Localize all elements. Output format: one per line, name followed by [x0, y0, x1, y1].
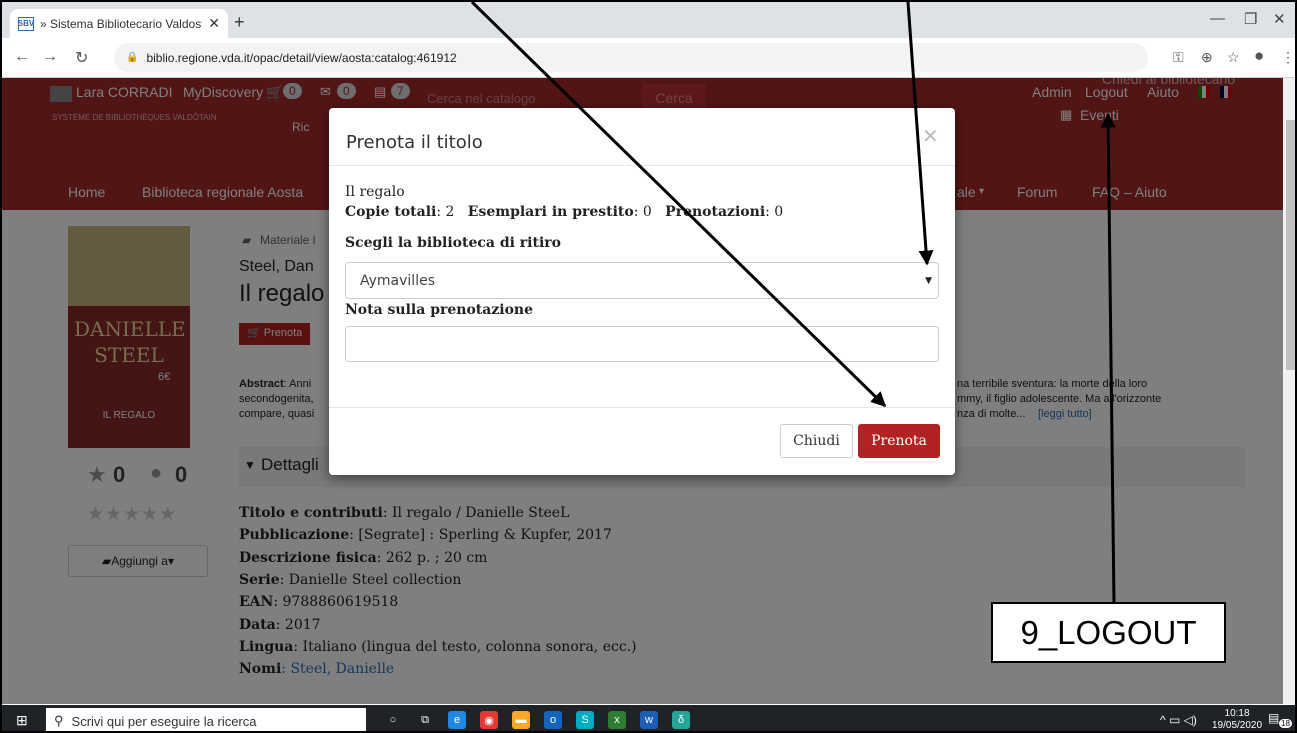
system-tray-icons[interactable]: ^ ▭ ◁) [1160, 713, 1197, 727]
edge-icon[interactable]: e [448, 711, 466, 729]
clock[interactable]: 10:18 19/05/2020 [1212, 708, 1263, 731]
cortana-icon[interactable]: ○ [384, 711, 402, 729]
excel-icon[interactable]: x [608, 711, 626, 729]
skype-icon[interactable]: S [576, 711, 594, 729]
arrow-to-prenota [470, 2, 887, 408]
arrow-to-select [906, 2, 934, 266]
word-icon[interactable]: w [640, 711, 658, 729]
clock-time: 10:18 [1224, 708, 1250, 719]
search-icon: ⚲ [54, 713, 64, 728]
windows-taskbar: ⊞ ⚲ Scrivi qui per eseguire la ricerca ○… [2, 705, 1295, 731]
notification-icon[interactable]: ▤ [1268, 711, 1279, 725]
clock-date: 19/05/2020 [1212, 720, 1263, 731]
task-view-icon[interactable]: ⧉ [416, 711, 434, 729]
annotation-label: 9_LOGOUT [991, 602, 1226, 663]
explorer-icon[interactable]: ▬ [512, 711, 530, 729]
windows-start-icon[interactable]: ⊞ [16, 712, 28, 729]
arrow-to-logout [1100, 112, 1116, 605]
taskbar-search-placeholder: Scrivi qui per eseguire la ricerca [71, 713, 257, 729]
app-icon[interactable]: δ [672, 711, 690, 729]
screenshot-frame: SBV » Sistema Bibliotecario Valdostan ✕ … [0, 0, 1297, 733]
chrome-icon[interactable]: ◉ [480, 711, 498, 729]
notification-badge: 18 [1279, 719, 1292, 728]
outlook-icon[interactable]: o [544, 711, 562, 729]
taskbar-search[interactable]: ⚲ Scrivi qui per eseguire la ricerca [46, 708, 366, 731]
